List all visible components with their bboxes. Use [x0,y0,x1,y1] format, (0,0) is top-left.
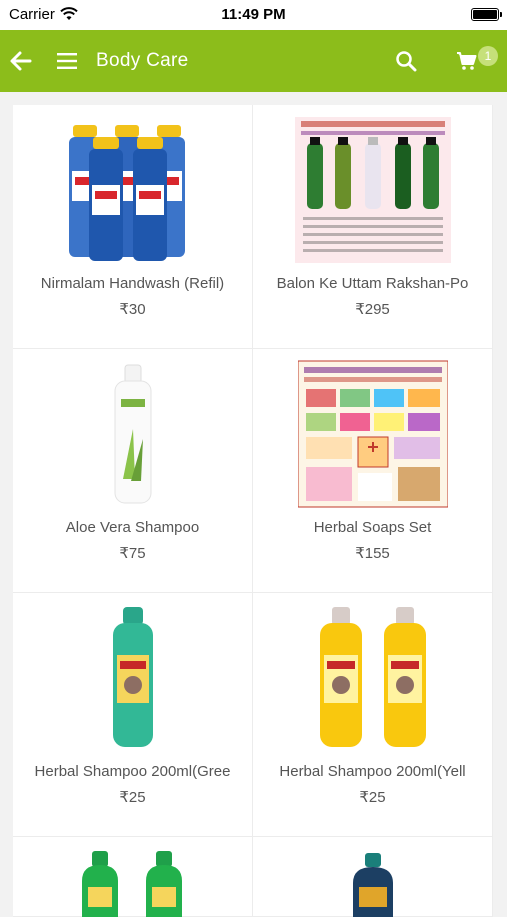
dark-bottle-image [253,847,492,917]
product-name: Balon Ke Uttam Rakshan-Po [276,275,469,292]
handwash-bottles-image [13,115,252,265]
product-card[interactable]: Aloe Vera Shampoo ₹75 [13,349,253,593]
product-price: ₹155 [355,545,390,562]
product-price: ₹30 [119,301,146,318]
search-icon[interactable] [395,50,417,72]
status-bar: Carrier 11:49 PM [0,0,507,30]
product-price: ₹25 [119,789,146,806]
product-card[interactable]: Balon Ke Uttam Rakshan-Po ₹295 [253,105,493,349]
product-name: Nirmalam Handwash (Refil) [40,275,225,292]
hamburger-menu-icon[interactable] [56,50,78,72]
hair-oil-poster-image [253,115,492,265]
product-price: ₹75 [119,545,146,562]
cart-count-badge: 1 [478,46,498,66]
product-name: Aloe Vera Shampoo [65,519,200,536]
app-bar: Body Care 1 [0,30,507,92]
page-title: Body Care [96,50,189,71]
product-name: Herbal Shampoo 200ml(Yell [279,763,466,780]
clock-label: 11:49 PM [221,6,286,23]
product-card[interactable] [13,837,253,917]
aloe-vera-shampoo-image [13,359,252,509]
product-name: Herbal Shampoo 200ml(Gree [34,763,231,780]
product-card[interactable]: Herbal Shampoo 200ml(Gree ₹25 [13,593,253,837]
battery-icon [471,8,502,21]
cart-icon[interactable] [456,50,478,72]
herbal-soaps-poster-image [253,359,492,509]
back-arrow-icon[interactable] [8,48,34,74]
product-price: ₹25 [359,789,386,806]
product-price: ₹295 [355,301,390,318]
product-name: Herbal Soaps Set [313,519,432,536]
product-card[interactable] [253,837,493,917]
product-card[interactable]: Herbal Shampoo 200ml(Yell ₹25 [253,593,493,837]
product-card[interactable]: Nirmalam Handwash (Refil) ₹30 [13,105,253,349]
product-card[interactable]: Herbal Soaps Set ₹155 [253,349,493,593]
green-bottles-image [13,847,252,917]
green-herbal-shampoo-image [13,603,252,753]
yellow-herbal-shampoo-image [253,603,492,753]
